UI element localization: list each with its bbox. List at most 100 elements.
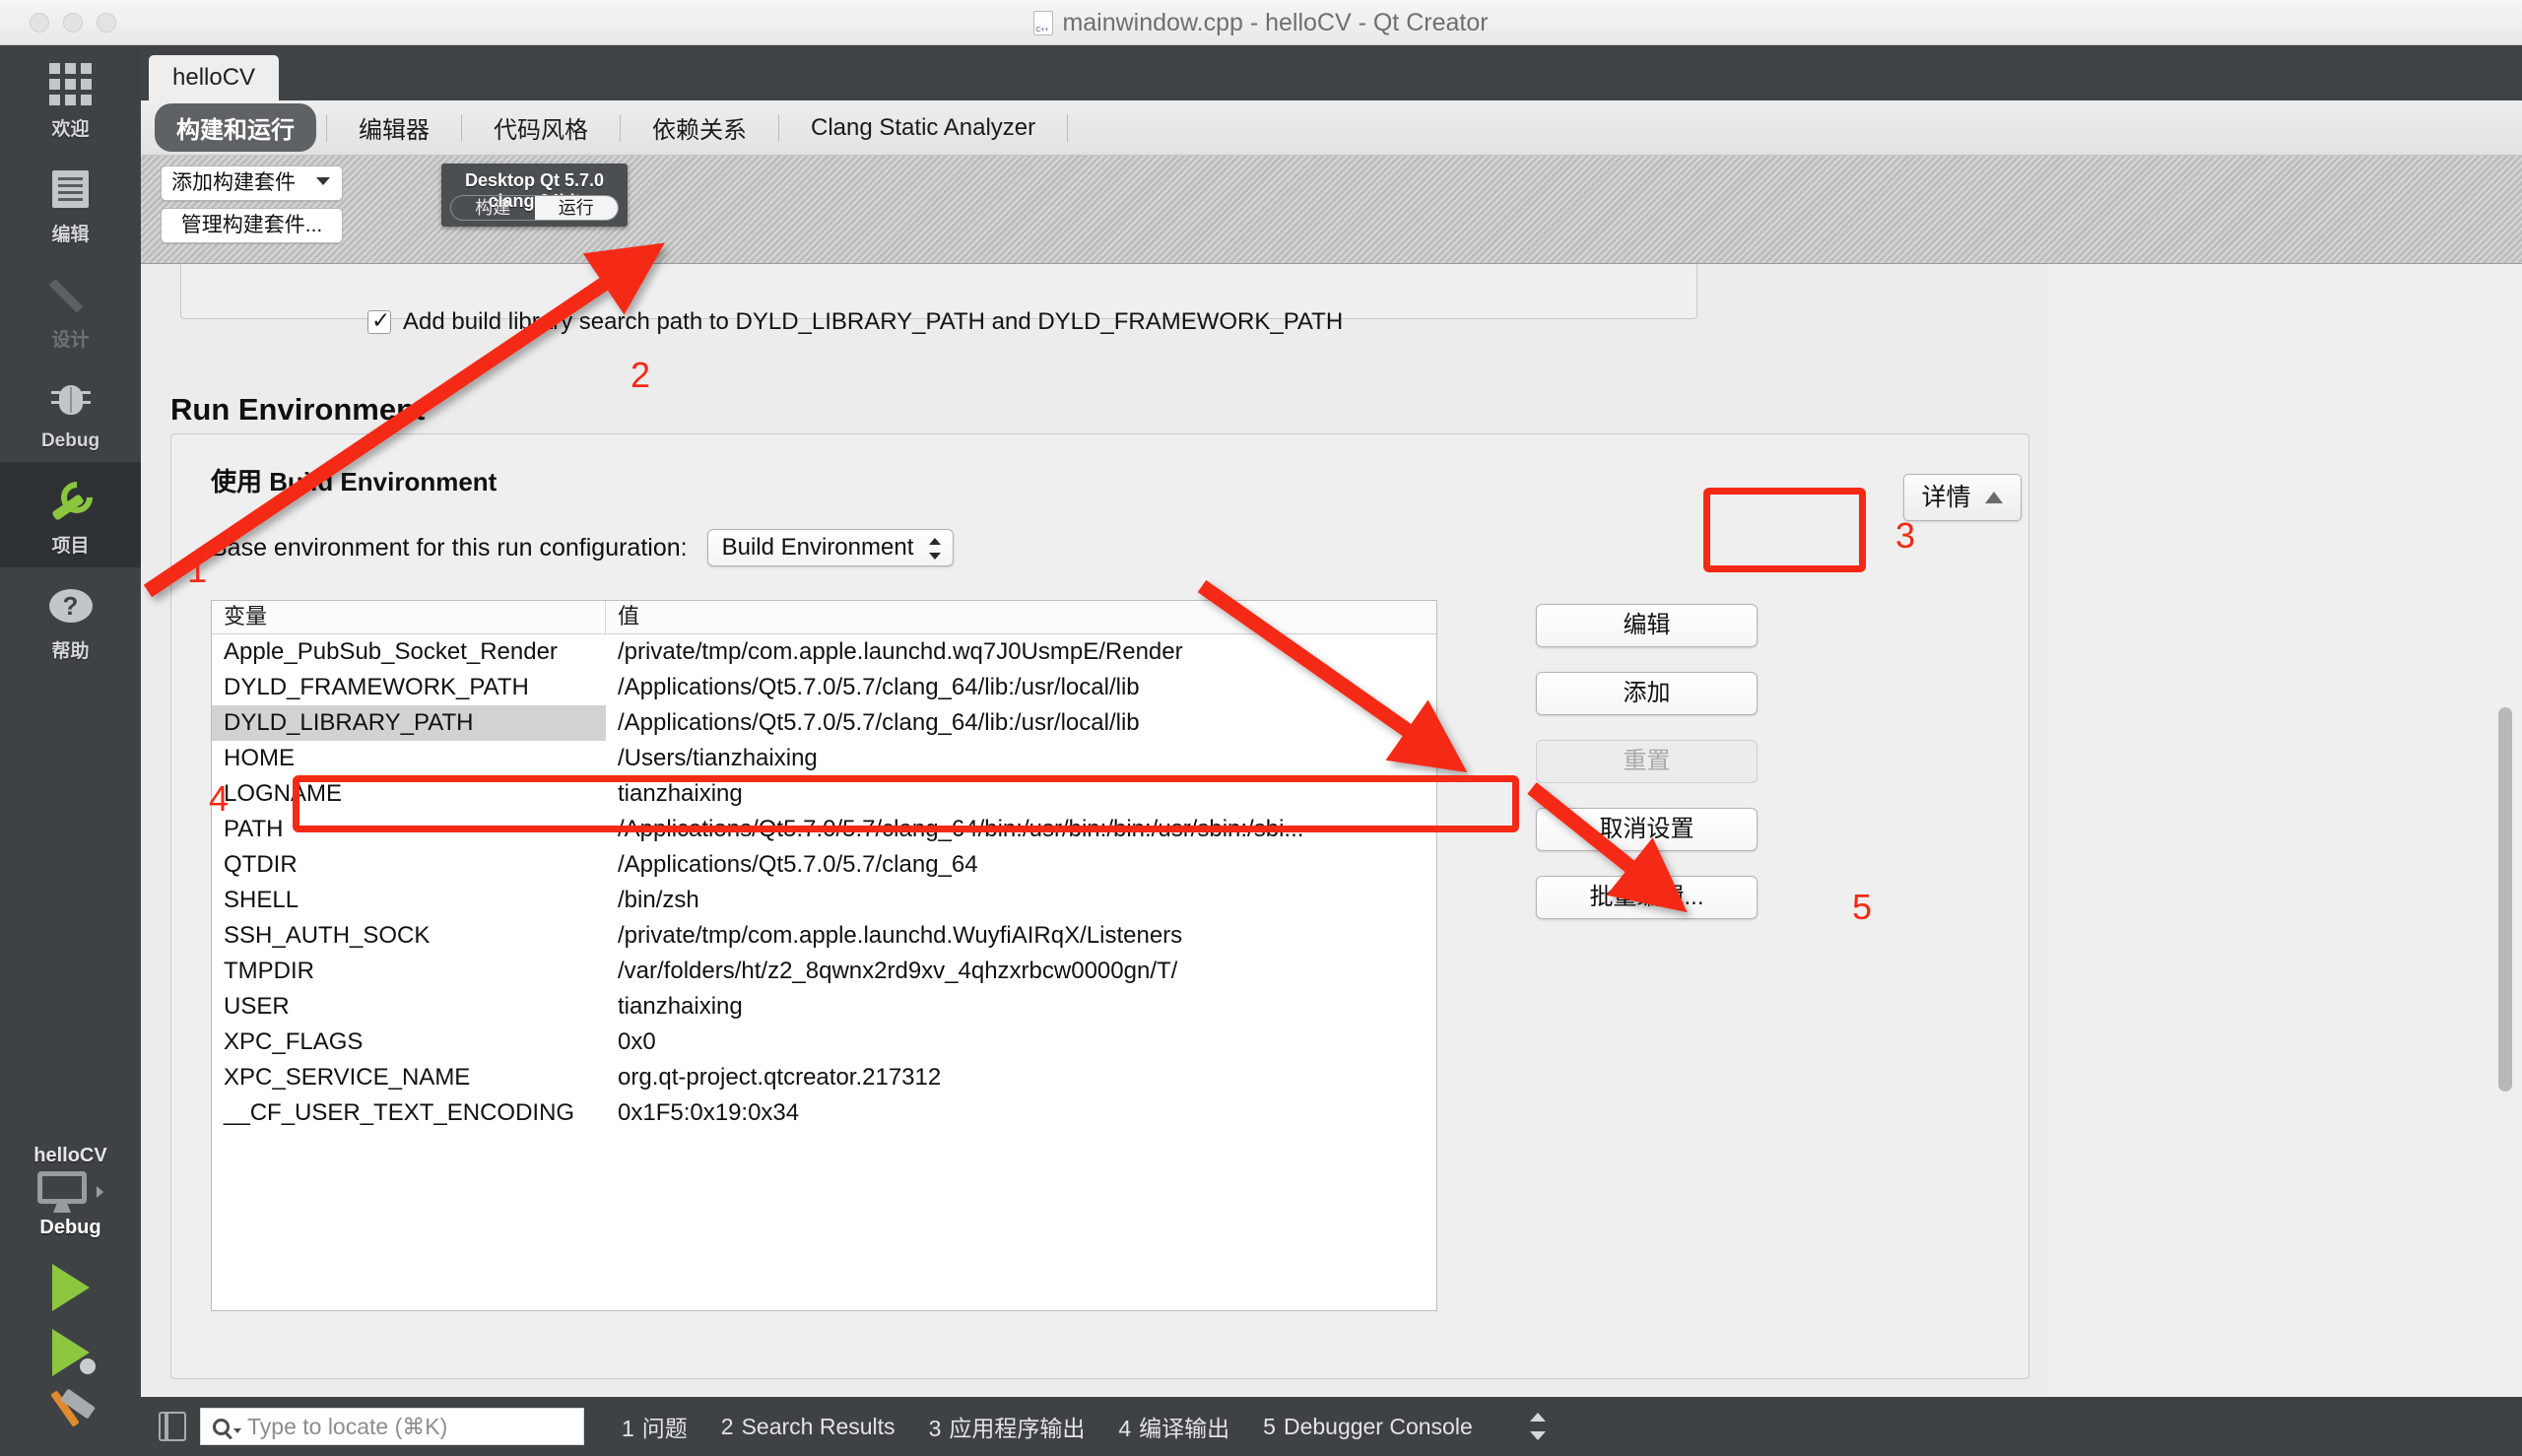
annotation-box-dyld-library-path	[293, 775, 1519, 832]
table-row[interactable]: HOME /Users/tianzhaixing	[212, 741, 1436, 776]
output-button-issues[interactable]: 1 问题	[622, 1410, 688, 1443]
output-button-debugger-console[interactable]: 5 Debugger Console	[1263, 1414, 1473, 1440]
details-label: 详情	[1921, 484, 1971, 511]
table-row[interactable]: __CF_USER_TEXT_ENCODING 0x1F5:0x19:0x34	[212, 1095, 1436, 1131]
tab-dependencies[interactable]: 依赖关系	[630, 103, 768, 152]
sidebar-item-label: Debug	[40, 430, 100, 451]
annotation-marker-5: 5	[1852, 887, 1873, 927]
table-row[interactable]: QTDIR /Applications/Qt5.7.0/5.7/clang_64	[212, 847, 1436, 883]
sidebar-item-label: 欢迎	[51, 119, 90, 140]
output-label: 问题	[641, 1416, 688, 1441]
table-row[interactable]: SSH_AUTH_SOCK /private/tmp/com.apple.lau…	[212, 918, 1436, 954]
cpp-file-icon	[1033, 11, 1054, 35]
env-var-name: DYLD_LIBRARY_PATH	[212, 705, 606, 741]
table-row[interactable]: DYLD_FRAMEWORK_PATH /Applications/Qt5.7.…	[212, 670, 1436, 705]
env-var-value: tianzhaixing	[618, 993, 743, 1020]
grid-icon	[0, 59, 141, 108]
tab-clang-static-analyzer[interactable]: Clang Static Analyzer	[789, 107, 1057, 149]
add-kit-dropdown[interactable]: 添加构建套件	[161, 165, 343, 201]
window-title-group: mainwindow.cpp - helloCV - Qt Creator	[0, 9, 2522, 37]
env-var-name: TMPDIR	[224, 958, 314, 984]
bug-badge-icon	[78, 1357, 98, 1375]
environment-action-buttons: 编辑 添加 重置 取消设置 批量编辑...	[1536, 604, 1758, 944]
table-row[interactable]: XPC_FLAGS 0x0	[212, 1025, 1436, 1060]
env-var-value: /private/tmp/com.apple.launchd.wq7J0Usmp…	[618, 638, 1183, 665]
tab-build-and-run[interactable]: 构建和运行	[155, 103, 316, 152]
output-index: 3	[928, 1416, 942, 1441]
environment-table[interactable]: 变量 值 Apple_PubSub_Socket_Render /private…	[211, 600, 1437, 1311]
tab-editor[interactable]: 编辑器	[337, 103, 451, 152]
table-row[interactable]: SHELL /bin/zsh	[212, 883, 1436, 918]
table-row[interactable]: TMPDIR /var/folders/ht/z2_8qwnx2rd9xv_4q…	[212, 954, 1436, 989]
sidebar-item-projects[interactable]: 项目	[0, 462, 141, 567]
output-button-search-results[interactable]: 2 Search Results	[721, 1414, 896, 1440]
use-build-environment-label: 使用 Build Environment	[211, 467, 498, 496]
tab-divider	[461, 113, 462, 142]
tab-code-style[interactable]: 代码风格	[472, 103, 610, 152]
sidebar-item-label: 设计	[51, 330, 90, 351]
run-environment-groupbox: 使用 Build Environment 详情 Base environment…	[170, 433, 2029, 1379]
env-var-value: org.qt-project.qtcreator.217312	[618, 1064, 942, 1091]
kit-build-segment[interactable]: 构建	[451, 196, 535, 220]
play-icon	[51, 1264, 90, 1311]
add-lib-search-path-label: Add build library search path to DYLD_LI…	[403, 308, 1344, 335]
env-var-name: SHELL	[224, 887, 299, 913]
env-var-value: /private/tmp/com.apple.launchd.WuyfiAIRq…	[618, 922, 1183, 949]
chevron-up-icon	[1985, 492, 2004, 503]
sidebar-item-debug[interactable]: Debug	[0, 362, 141, 462]
output-button-compile-output[interactable]: 4 编译输出	[1118, 1410, 1229, 1443]
kit-selector-button[interactable]	[0, 1171, 141, 1213]
kit-build-run-toggle[interactable]: 构建 运行	[450, 195, 619, 221]
sidebar-item-edit[interactable]: 编辑	[0, 151, 141, 256]
annotation-marker-4: 4	[209, 778, 230, 819]
env-var-name: SSH_AUTH_SOCK	[224, 922, 431, 949]
add-lib-search-path-checkbox[interactable]	[367, 307, 391, 334]
tab-project-hellocv[interactable]: helloCV	[149, 55, 280, 100]
kit-card[interactable]: Desktop Qt 5.7.0 clang 64bit 构建 运行	[441, 164, 628, 227]
edit-button[interactable]: 编辑	[1536, 604, 1758, 647]
toggle-sidebar-icon[interactable]	[159, 1412, 186, 1441]
run-button[interactable]	[0, 1255, 141, 1320]
search-input[interactable]: Type to locate (⌘K)	[200, 1408, 584, 1445]
output-button-application-output[interactable]: 3 应用程序输出	[929, 1410, 1086, 1443]
env-var-name: __CF_USER_TEXT_ENCODING	[224, 1099, 575, 1126]
content-vertical-scrollbar[interactable]	[2498, 707, 2512, 1092]
run-controls-panel: helloCV Debug	[0, 1133, 141, 1456]
kit-run-segment[interactable]: 运行	[534, 196, 618, 220]
table-row[interactable]: DYLD_LIBRARY_PATH /Applications/Qt5.7.0/…	[212, 705, 1436, 741]
output-pane-updown-icon[interactable]	[1529, 1411, 1546, 1442]
annotation-marker-1: 1	[187, 550, 208, 590]
debug-button[interactable]	[0, 1320, 141, 1385]
env-var-value: /Users/tianzhaixing	[618, 745, 818, 771]
sidebar-item-help[interactable]: ? 帮助	[0, 567, 141, 673]
sidebar-item-design[interactable]: 设计	[0, 256, 141, 362]
details-toggle-button[interactable]: 详情	[1903, 474, 2022, 521]
add-lib-search-path-row[interactable]: Add build library search path to DYLD_LI…	[367, 307, 1344, 336]
unset-button[interactable]: 取消设置	[1536, 808, 1758, 851]
output-label: Search Results	[741, 1413, 896, 1439]
chevron-down-icon	[233, 1428, 241, 1433]
project-tabbar: helloCV	[141, 45, 2522, 100]
table-row[interactable]: USER tianzhaixing	[212, 989, 1436, 1025]
tab-divider	[326, 113, 327, 142]
base-environment-value: Build Environment	[721, 534, 914, 561]
env-var-value: /Applications/Qt5.7.0/5.7/clang_64	[618, 851, 978, 878]
column-header-value: 值	[618, 604, 640, 629]
batch-edit-button[interactable]: 批量编辑...	[1536, 876, 1758, 919]
chevron-down-icon	[316, 177, 330, 185]
output-index: 5	[1263, 1413, 1276, 1439]
manage-kits-button[interactable]: 管理构建套件...	[161, 208, 343, 243]
output-label: Debugger Console	[1283, 1413, 1473, 1439]
env-var-name: HOME	[224, 745, 295, 771]
bug-icon	[0, 375, 141, 425]
add-button[interactable]: 添加	[1536, 672, 1758, 715]
kit-toolbar: 添加构建套件 管理构建套件... Desktop Qt 5.7.0 clang …	[141, 156, 2522, 264]
base-environment-select[interactable]: Build Environment	[706, 529, 954, 566]
table-row[interactable]: Apple_PubSub_Socket_Render /private/tmp/…	[212, 634, 1436, 670]
base-environment-label: Base environment for this run configurat…	[211, 533, 688, 562]
sidebar-item-welcome[interactable]: 欢迎	[0, 45, 141, 151]
build-button[interactable]	[0, 1385, 141, 1446]
settings-right-filler	[2047, 264, 2522, 1397]
output-pane-buttons: 1 问题 2 Search Results 3 应用程序输出 4 编译输出 5 Debug…	[622, 1410, 1546, 1443]
table-row[interactable]: XPC_SERVICE_NAME org.qt-project.qtcreato…	[212, 1060, 1436, 1095]
